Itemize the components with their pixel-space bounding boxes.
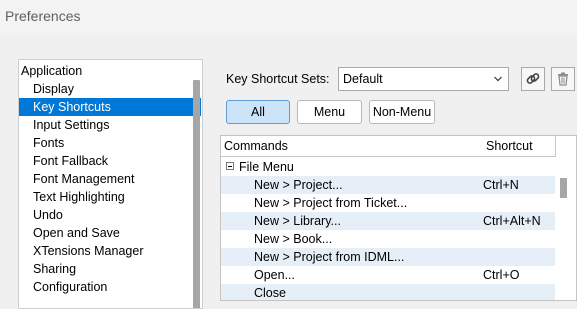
group-label: File Menu <box>239 160 294 174</box>
table-row[interactable]: New > Project from IDML... <box>221 248 555 266</box>
command-cell: Close <box>254 286 286 300</box>
column-header-commands[interactable]: Commands <box>221 136 486 157</box>
table-row[interactable]: New > Project... Ctrl+N <box>221 176 555 194</box>
shortcut-cell: Ctrl+Alt+N <box>483 214 541 228</box>
command-cell: New > Book... <box>254 232 333 246</box>
table-row[interactable]: Open... Ctrl+O <box>221 266 555 284</box>
group-row-file-menu[interactable]: File Menu <box>221 158 555 176</box>
tree-item-xtensions-manager[interactable]: XTensions Manager <box>19 242 201 260</box>
shortcuts-table[interactable]: Commands Shortcut File Menu New > Projec… <box>220 135 577 301</box>
filter-all-button[interactable]: All <box>226 100 290 124</box>
collapse-minus-icon[interactable] <box>226 162 234 170</box>
filter-non-menu-button[interactable]: Non-Menu <box>369 100 435 124</box>
table-row[interactable]: New > Book... <box>221 230 555 248</box>
tree-scrollbar-thumb[interactable] <box>193 80 200 308</box>
command-cell: Open... <box>254 268 295 282</box>
command-cell: New > Project from Ticket... <box>254 196 408 210</box>
command-cell: New > Project... <box>254 178 343 192</box>
window-title: Preferences <box>5 8 81 24</box>
command-cell: New > Project from IDML... <box>254 250 405 264</box>
command-cell: New > Library... <box>254 214 341 228</box>
tree-item-open-and-save[interactable]: Open and Save <box>19 224 201 242</box>
tree-item-display[interactable]: Display <box>19 80 201 98</box>
key-shortcut-sets-label: Key Shortcut Sets: <box>226 72 330 86</box>
chevron-down-icon <box>494 76 502 82</box>
column-header-shortcut[interactable]: Shortcut <box>483 136 556 157</box>
shortcut-cell: Ctrl+N <box>483 178 519 192</box>
tree-item-configuration[interactable]: Configuration <box>19 278 201 296</box>
tree-item-input-settings[interactable]: Input Settings <box>19 116 201 134</box>
link-shortcut-set-button[interactable] <box>521 67 545 91</box>
tree-item-text-highlighting[interactable]: Text Highlighting <box>19 188 201 206</box>
tree-item-sharing[interactable]: Sharing <box>19 260 201 278</box>
table-scrollbar-thumb[interactable] <box>560 178 567 198</box>
preferences-tree[interactable]: Application Display Key Shortcuts Input … <box>18 59 203 309</box>
tree-item-font-management[interactable]: Font Management <box>19 170 201 188</box>
tree-item-application[interactable]: Application <box>19 62 189 80</box>
table-row[interactable]: Close <box>221 284 555 300</box>
delete-shortcut-set-button[interactable] <box>551 67 575 91</box>
tree-item-fonts[interactable]: Fonts <box>19 134 201 152</box>
tree-item-key-shortcuts[interactable]: Key Shortcuts <box>19 98 201 116</box>
trash-icon <box>558 72 568 86</box>
shortcut-cell: Ctrl+O <box>483 268 520 282</box>
key-shortcut-sets-value: Default <box>343 72 383 86</box>
tree-item-font-fallback[interactable]: Font Fallback <box>19 152 201 170</box>
table-row[interactable]: New > Project from Ticket... <box>221 194 555 212</box>
tree-item-undo[interactable]: Undo <box>19 206 201 224</box>
link-icon <box>526 73 540 84</box>
filter-menu-button[interactable]: Menu <box>297 100 362 124</box>
key-shortcut-sets-select[interactable]: Default <box>338 67 509 91</box>
title-bar: Preferences <box>0 0 577 35</box>
table-row[interactable]: New > Library... Ctrl+Alt+N <box>221 212 555 230</box>
